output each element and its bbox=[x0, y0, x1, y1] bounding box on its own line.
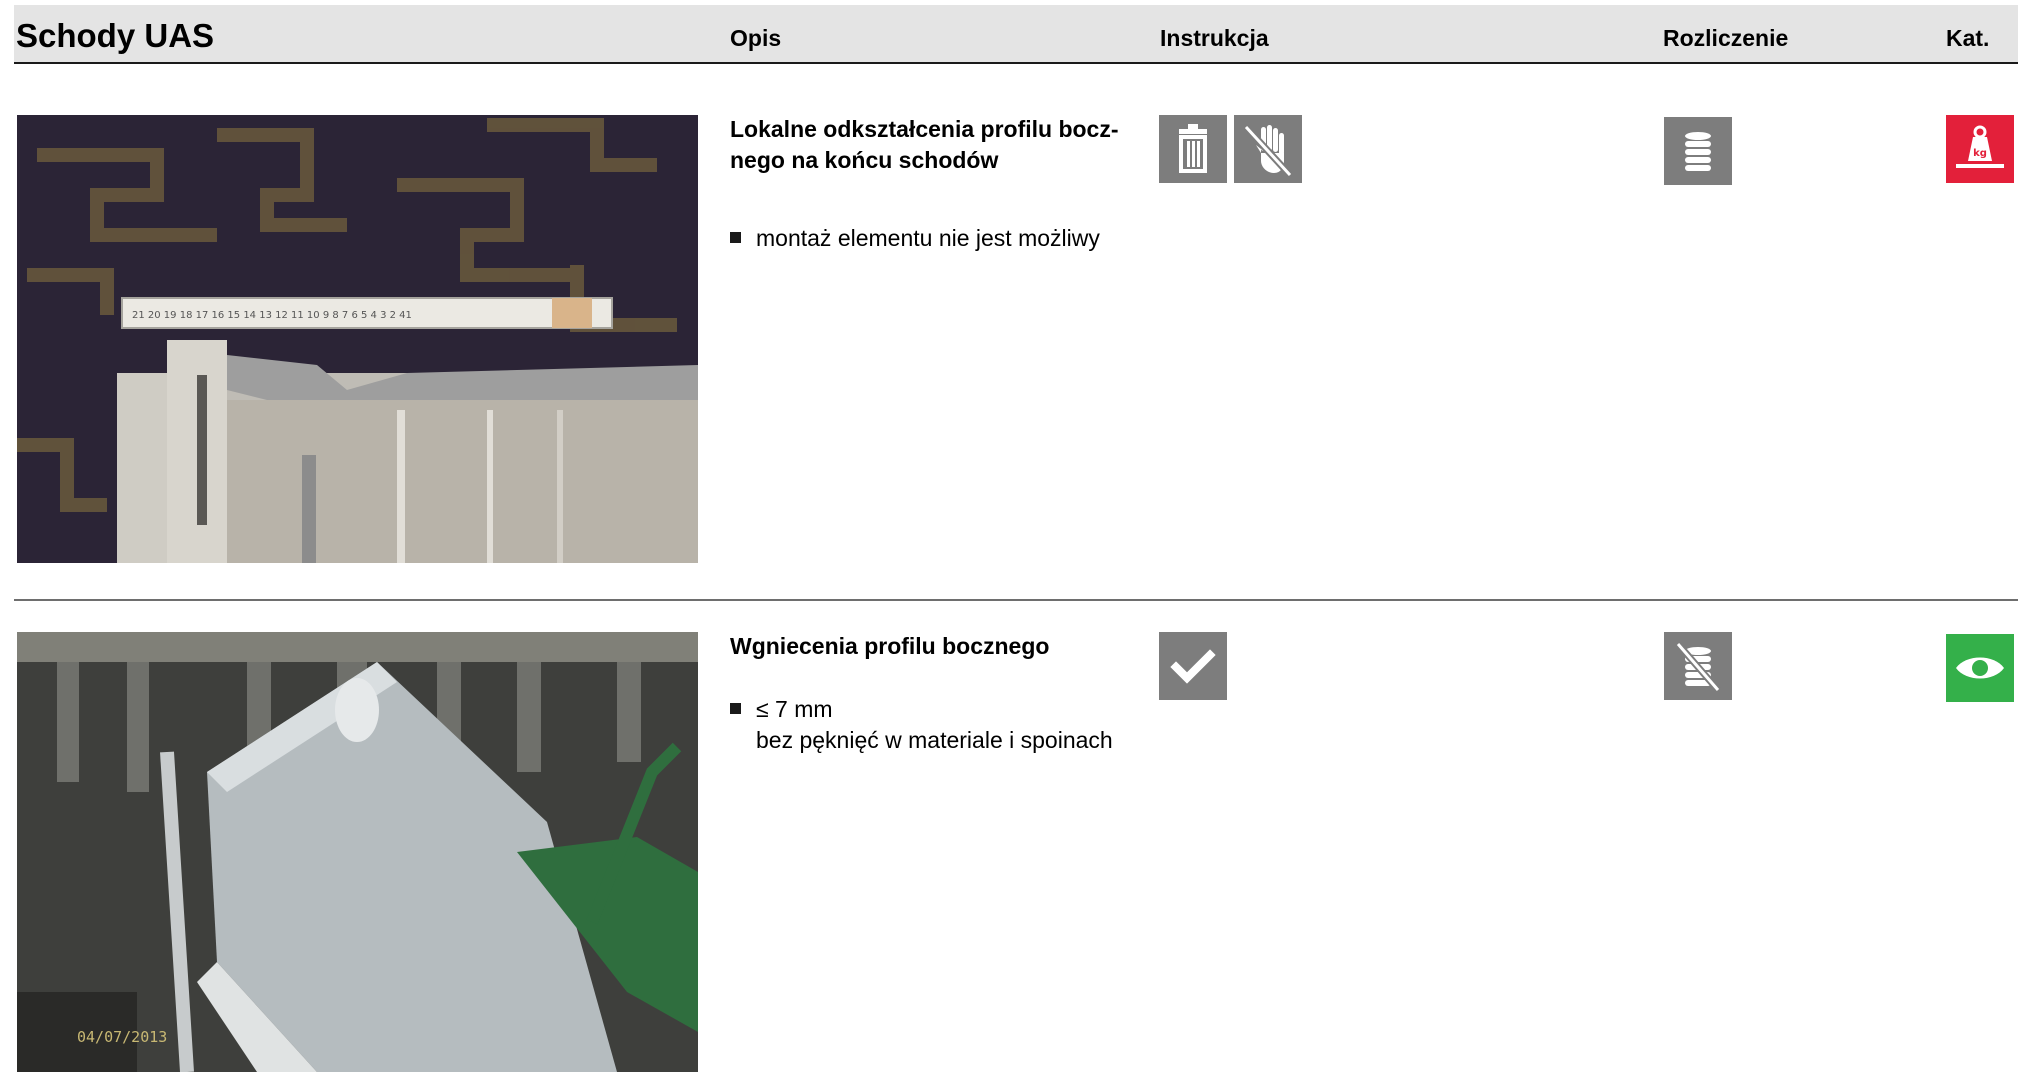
no-touch-hand-icon bbox=[1234, 115, 1302, 183]
bullet-square-icon bbox=[730, 703, 741, 714]
checkmark-icon bbox=[1159, 632, 1227, 700]
item-bullet-1-line-1: montaż elementu nie jest możliwy bbox=[756, 225, 1100, 251]
page-title: Schody UAS bbox=[16, 17, 215, 54]
column-header-instrukcja: Instrukcja bbox=[1160, 25, 1269, 51]
item-bullet-2-line-1: ≤ 7 mm bbox=[756, 696, 833, 722]
weight-kg-icon: kg bbox=[1946, 115, 2014, 183]
item-title-2: Wgniecenia profilu bocznego bbox=[730, 631, 1150, 662]
column-header-rozliczenie: Rozliczenie bbox=[1663, 25, 1789, 51]
bullet-square-icon bbox=[730, 232, 741, 243]
no-coin-stack-icon bbox=[1664, 632, 1732, 700]
column-header-kat: Kat. bbox=[1946, 25, 1990, 51]
column-header-opis: Opis bbox=[730, 25, 782, 51]
svg-text:kg: kg bbox=[1973, 148, 1987, 159]
item-photo-2: 04/07/2013 bbox=[17, 632, 698, 1072]
table-header: Schody UAS Opis Instrukcja Rozliczenie K… bbox=[14, 5, 2018, 64]
item-title-1: Lokalne odkształcenia profilu bocz- nego… bbox=[730, 114, 1150, 176]
item-title-2-text: Wgniecenia profilu bocznego bbox=[730, 633, 1050, 659]
svg-text:21 20 19 18 17 16 15 14 13 12: 21 20 19 18 17 16 15 14 13 12 11 10 9 8 … bbox=[132, 310, 412, 321]
item-bullet-2-line-2: bez pęknięć w materiale i spoinach bbox=[756, 727, 1113, 753]
row-divider bbox=[14, 599, 2018, 601]
eye-icon bbox=[1946, 634, 2014, 702]
item-photo-1: 21 20 19 18 17 16 15 14 13 12 11 10 9 8 … bbox=[17, 115, 698, 563]
item-bullet-2: ≤ 7 mm bez pęknięć w materiale i spoinac… bbox=[730, 694, 1113, 756]
trash-icon bbox=[1159, 115, 1227, 183]
photo-date-stamp: 04/07/2013 bbox=[77, 1028, 167, 1046]
item-title-1-text: Lokalne odkształcenia profilu bocz- nego… bbox=[730, 116, 1119, 173]
coin-stack-icon bbox=[1664, 117, 1732, 185]
item-bullet-1: montaż elementu nie jest możliwy bbox=[730, 223, 1100, 254]
